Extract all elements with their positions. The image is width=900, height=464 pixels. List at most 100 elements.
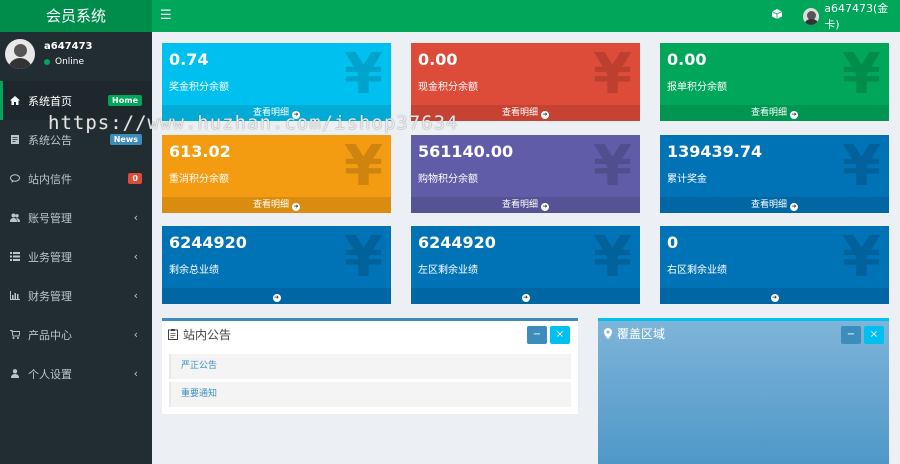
- sidebar-item-settings[interactable]: 个人设置 ‹: [0, 354, 152, 393]
- panel-title: 站内公告: [168, 326, 231, 343]
- sidebar-item-finance[interactable]: 财务管理 ‹: [0, 276, 152, 315]
- minimize-button[interactable]: −: [527, 326, 547, 344]
- stat-label: 现金积分余额: [418, 82, 478, 93]
- coverage-panel: 覆盖区域 − ×: [598, 318, 889, 464]
- stat-label: 购物积分余额: [418, 174, 478, 185]
- stat-value: 0: [667, 233, 679, 252]
- stat-box-bonus-points: 0.74 奖金积分余额 ¥ 查看明细 ➜: [162, 43, 391, 121]
- stat-box-cash-points: 0.00 现金积分余额 ¥ 查看明细 ➜: [411, 43, 640, 121]
- view-details-link[interactable]: ➜: [162, 288, 391, 304]
- arrow-circle-right-icon: ➜: [790, 111, 798, 119]
- stat-value: 0.74: [169, 50, 209, 69]
- watermark-text: https://www.huzhan.com/ishop37634: [48, 112, 459, 134]
- list-item[interactable]: 严正公告: [169, 354, 571, 379]
- users-icon: [10, 213, 20, 222]
- stat-label: 重消积分余额: [169, 174, 229, 185]
- chevron-left-icon: ‹: [133, 367, 138, 380]
- arrow-circle-right-icon: ➜: [541, 203, 549, 211]
- arrow-circle-right-icon: ➜: [770, 294, 779, 302]
- chevron-left-icon: ‹: [133, 328, 138, 341]
- sidebar-item-products[interactable]: 产品中心 ‹: [0, 315, 152, 354]
- stat-box-right-remaining: 0 右区剩余业绩 ¥ ➜: [660, 226, 889, 304]
- comment-icon: [10, 174, 20, 183]
- stat-label: 奖金积分余额: [169, 82, 229, 93]
- yen-icon: ¥: [593, 43, 632, 107]
- chevron-left-icon: ‹: [133, 250, 138, 263]
- stat-box-order-points: 0.00 报单积分余额 ¥ 查看明细 ➜: [660, 43, 889, 121]
- yen-icon: ¥: [344, 43, 383, 107]
- chevron-left-icon: ‹: [133, 289, 138, 302]
- stat-value: 139439.74: [667, 142, 763, 161]
- stat-value: 0.00: [418, 50, 458, 69]
- arrow-circle-right-icon: ➜: [541, 111, 549, 119]
- yen-icon: ¥: [842, 135, 881, 199]
- list-item[interactable]: 重要通知: [169, 382, 571, 407]
- stat-value: 6244920: [169, 233, 247, 252]
- panel-title: 覆盖区域: [604, 325, 665, 342]
- close-button[interactable]: ×: [550, 326, 570, 344]
- app-logo[interactable]: 会员系统: [0, 0, 152, 32]
- cart-icon: [10, 330, 20, 339]
- stat-value: 6244920: [418, 233, 496, 252]
- stat-label: 累计奖金: [667, 174, 707, 185]
- view-details-link[interactable]: 查看明细 ➜: [660, 197, 889, 213]
- user-menu[interactable]: a647473(金卡): [803, 2, 900, 31]
- stat-label: 右区剩余业绩: [667, 265, 727, 276]
- user-icon: [11, 369, 19, 378]
- sidebar-item-label: 账号管理: [28, 211, 72, 225]
- yen-icon: ¥: [344, 135, 383, 199]
- stat-value: 561140.00: [418, 142, 514, 161]
- stat-value: 0.00: [667, 50, 707, 69]
- sidebar-item-label: 产品中心: [28, 328, 72, 342]
- map-marker-icon: [604, 328, 612, 339]
- chevron-left-icon: ‹: [133, 211, 138, 224]
- sidebar-avatar: [5, 39, 35, 69]
- yen-icon: ¥: [842, 43, 881, 107]
- list-icon: [10, 252, 20, 261]
- stat-label: 报单积分余额: [667, 82, 727, 93]
- note-icon: [11, 135, 19, 144]
- clipboard-icon: [168, 329, 178, 340]
- home-badge: Home: [108, 95, 142, 106]
- sidebar-username: a647473: [44, 41, 93, 52]
- stat-label: 剩余总业绩: [169, 265, 219, 276]
- news-badge: News: [109, 134, 142, 145]
- yen-icon: ¥: [344, 226, 383, 290]
- sidebar-item-account[interactable]: 账号管理 ‹: [0, 198, 152, 237]
- sidebar-item-label: 站内信件: [28, 172, 72, 186]
- top-navbar: 会员系统 ☰ a647473(金卡): [0, 0, 900, 32]
- minimize-button[interactable]: −: [841, 326, 861, 344]
- message-count-badge: 0: [128, 173, 142, 184]
- sidebar-item-business[interactable]: 业务管理 ‹: [0, 237, 152, 276]
- stat-box-total-bonus: 139439.74 累计奖金 ¥ 查看明细 ➜: [660, 135, 889, 213]
- sidebar-item-label: 个人设置: [28, 367, 72, 381]
- sidebar-item-label: 业务管理: [28, 250, 72, 264]
- stat-label: 左区剩余业绩: [418, 265, 478, 276]
- sidebar-toggle-icon[interactable]: ☰: [160, 8, 172, 23]
- sidebar: a647473 Online 系统首页 Home 系统公告 News 站内信件 …: [0, 32, 152, 464]
- yen-icon: ¥: [593, 135, 632, 199]
- arrow-circle-right-icon: ➜: [790, 203, 798, 211]
- yen-icon: ¥: [593, 226, 632, 290]
- status-dot-icon: [44, 59, 50, 65]
- announcements-panel: 站内公告 − × 严正公告 重要通知: [162, 318, 578, 414]
- stat-box-repurchase-points: 613.02 重消积分余额 ¥ 查看明细 ➜: [162, 135, 391, 213]
- bar-chart-icon: [10, 291, 20, 300]
- home-icon: [10, 96, 20, 105]
- view-details-link[interactable]: 查看明细 ➜: [162, 197, 391, 213]
- sidebar-item-messages[interactable]: 站内信件 0: [0, 159, 152, 198]
- view-details-link[interactable]: 查看明细 ➜: [660, 105, 889, 121]
- stat-box-remaining-total: 6244920 剩余总业绩 ¥ ➜: [162, 226, 391, 304]
- arrow-circle-right-icon: ➜: [272, 294, 281, 302]
- yen-icon: ¥: [842, 226, 881, 290]
- avatar: [803, 7, 820, 25]
- sidebar-item-label: 财务管理: [28, 289, 72, 303]
- view-details-link[interactable]: ➜: [660, 288, 889, 304]
- user-label: a647473(金卡): [824, 2, 889, 31]
- view-details-link[interactable]: ➜: [411, 288, 640, 304]
- cube-icon[interactable]: [772, 9, 782, 19]
- stat-box-shopping-points: 561140.00 购物积分余额 ¥ 查看明细 ➜: [411, 135, 640, 213]
- view-details-link[interactable]: 查看明细 ➜: [411, 197, 640, 213]
- arrow-circle-right-icon: ➜: [521, 294, 530, 302]
- close-button[interactable]: ×: [864, 326, 884, 344]
